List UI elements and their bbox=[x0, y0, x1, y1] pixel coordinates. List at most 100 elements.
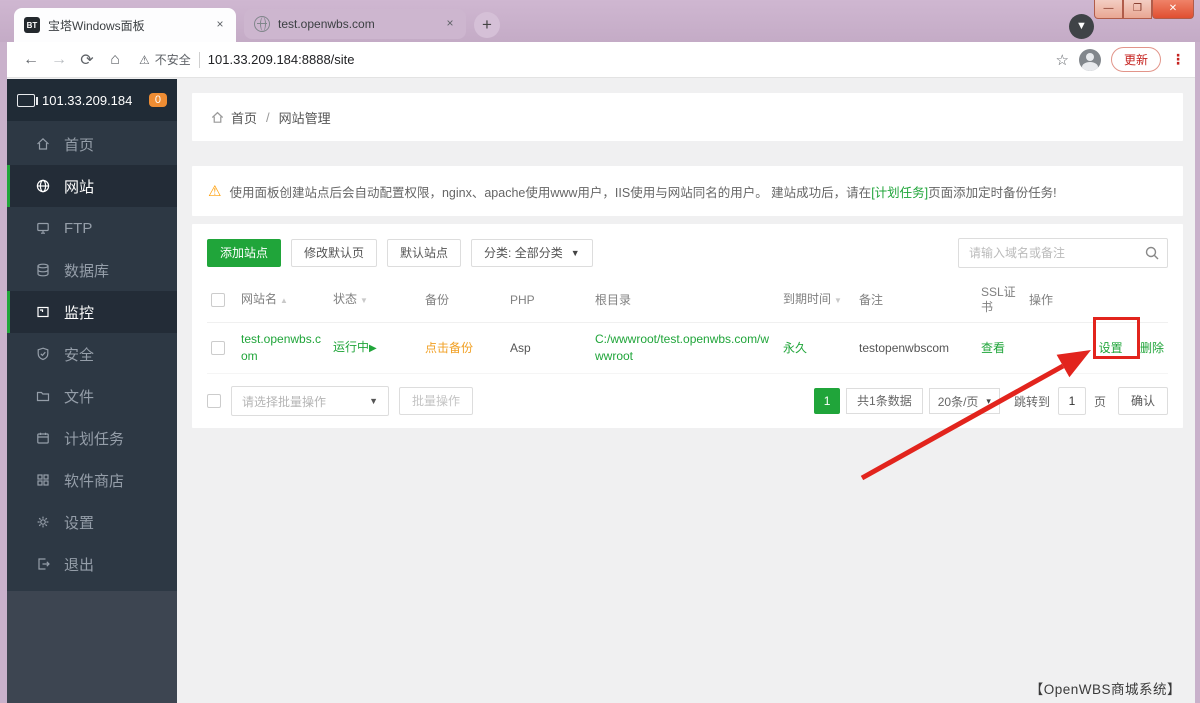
home-icon bbox=[211, 111, 224, 123]
sidebar-item-logout[interactable]: 退出 bbox=[7, 543, 177, 585]
address-bar[interactable]: ⚠ 不安全 101.33.209.184:8888/site bbox=[139, 51, 1056, 68]
default-site-button[interactable]: 默认站点 bbox=[387, 239, 462, 267]
minimize-button[interactable]: — bbox=[1094, 0, 1123, 19]
sidebar-item-label: 软件商店 bbox=[64, 472, 125, 490]
message-count-badge[interactable]: 0 bbox=[148, 93, 167, 107]
col-header-status[interactable]: 状态 ▼ bbox=[329, 278, 421, 323]
maximize-button[interactable]: ❐ bbox=[1123, 0, 1152, 19]
sort-asc-icon[interactable]: ▲ bbox=[280, 296, 288, 305]
breadcrumb-current: 网站管理 bbox=[278, 110, 331, 126]
site-list-card: 添加站点 修改默认页 默认站点 分类: 全部分类 ▼ 请输入域名或备注 网站名 … bbox=[192, 224, 1183, 428]
sidebar-item-label: 计划任务 bbox=[64, 430, 125, 448]
chrome-update-button[interactable]: 更新 bbox=[1110, 47, 1161, 72]
url-text[interactable]: 101.33.209.184:8888/site bbox=[208, 52, 355, 67]
site-name-link[interactable]: test.openwbs.com bbox=[241, 332, 321, 363]
close-tab-icon[interactable]: × bbox=[442, 16, 458, 32]
batch-action-button[interactable]: 批量操作 bbox=[399, 387, 474, 415]
category-filter-dropdown[interactable]: 分类: 全部分类 ▼ bbox=[471, 239, 593, 267]
ssl-view-link[interactable]: 查看 bbox=[981, 341, 1005, 355]
breadcrumb-separator: / bbox=[266, 109, 270, 125]
calendar-icon bbox=[37, 432, 49, 444]
expire-value[interactable]: 永久 bbox=[783, 341, 807, 355]
sort-desc-icon[interactable]: ▼ bbox=[360, 296, 368, 305]
root-path-link[interactable]: C:/wwwroot/test.openwbs.com/wwwroot bbox=[595, 332, 769, 363]
batch-action-dropdown[interactable]: 请选择批量操作 ▼ bbox=[231, 386, 389, 416]
home-icon[interactable]: ⌂ bbox=[101, 51, 129, 69]
table-row: test.openwbs.com 运行中▶ 点击备份 Asp C:/wwwroo… bbox=[207, 322, 1168, 374]
cron-page-link[interactable]: [计划任务] bbox=[871, 186, 928, 200]
jump-page-input[interactable] bbox=[1057, 387, 1086, 415]
refresh-icon[interactable]: ⟳ bbox=[73, 50, 101, 70]
profile-avatar[interactable] bbox=[1078, 48, 1101, 71]
sidebar-item-label: FTP bbox=[64, 219, 93, 237]
forward-icon[interactable]: → bbox=[45, 51, 73, 69]
sidebar-item-security[interactable]: 安全 bbox=[7, 333, 177, 375]
gear-icon bbox=[37, 516, 49, 528]
modify-default-page-button[interactable]: 修改默认页 bbox=[291, 239, 378, 267]
not-secure-warning-icon: ⚠ bbox=[139, 52, 150, 67]
sidebar-item-files[interactable]: 文件 bbox=[7, 375, 177, 417]
search-icon[interactable] bbox=[1144, 245, 1160, 261]
sidebar-item-appstore[interactable]: 软件商店 bbox=[7, 459, 177, 501]
table-header-row: 网站名 ▲ 状态 ▼ 备份 PHP 根目录 到期时间 ▼ 备注 SSL证书 操作 bbox=[207, 278, 1168, 323]
col-header-expire[interactable]: 到期时间 ▼ bbox=[779, 278, 855, 323]
sidebar-item-label: 首页 bbox=[64, 136, 95, 154]
page-number-button[interactable]: 1 bbox=[814, 388, 841, 414]
breadcrumb-home[interactable]: 首页 bbox=[231, 108, 257, 127]
remark-value[interactable]: testopenwbscom bbox=[859, 341, 949, 355]
chevron-down-icon: ▾ bbox=[986, 395, 991, 406]
col-header-root: 根目录 bbox=[591, 278, 779, 323]
tab-title: test.openwbs.com bbox=[278, 17, 375, 31]
sidebar-item-ftp[interactable]: FTP bbox=[7, 207, 177, 249]
col-header-site-name[interactable]: 网站名 ▲ bbox=[237, 278, 329, 323]
select-all-checkbox[interactable] bbox=[211, 293, 225, 308]
sort-desc-icon[interactable]: ▼ bbox=[834, 296, 842, 305]
search-input[interactable] bbox=[958, 238, 1168, 268]
sidebar-item-monitor[interactable]: 监控 bbox=[7, 291, 177, 333]
page-unit-label: 页 bbox=[1093, 394, 1106, 409]
bt-favicon-icon: BT bbox=[24, 17, 40, 33]
tab-openwbs[interactable]: test.openwbs.com × bbox=[244, 9, 466, 39]
window-controls: — ❐ ✕ bbox=[1094, 0, 1194, 19]
tab-strip: BT 宝塔Windows面板 × test.openwbs.com × + bbox=[14, 8, 500, 42]
ftp-icon bbox=[37, 222, 49, 234]
status-running[interactable]: 运行中▶ bbox=[333, 340, 377, 354]
sidebar-menu: 首页 网站 FTP 数据库 监控 安全 文件 计划任务 软件商店 设置 退出 bbox=[7, 121, 177, 591]
bookmark-star-icon[interactable]: ☆ bbox=[1056, 51, 1069, 69]
row-checkbox[interactable] bbox=[211, 341, 225, 356]
back-icon[interactable]: ← bbox=[17, 51, 45, 69]
server-ip: 101.33.209.184 bbox=[42, 92, 133, 108]
per-page-select[interactable]: 20条/页 ▾ bbox=[928, 388, 1000, 414]
confirm-jump-button[interactable]: 确认 bbox=[1117, 387, 1168, 415]
tools-row: 添加站点 修改默认页 默认站点 分类: 全部分类 ▼ bbox=[207, 238, 1168, 268]
chevron-down-icon: ▼ bbox=[369, 396, 378, 406]
sidebar-server-header[interactable]: 101.33.209.184 0 bbox=[7, 79, 177, 121]
monitor-icon bbox=[37, 306, 49, 318]
tab-bt-panel[interactable]: BT 宝塔Windows面板 × bbox=[14, 8, 236, 42]
browser-toolbar: ← → ⟳ ⌂ ⚠ 不安全 101.33.209.184:8888/site ☆… bbox=[7, 42, 1195, 78]
batch-action-placeholder: 请选择批量操作 bbox=[242, 394, 327, 409]
batch-select-all-checkbox[interactable] bbox=[207, 394, 221, 408]
close-tab-icon[interactable]: × bbox=[212, 17, 228, 33]
php-version[interactable]: Asp bbox=[510, 341, 531, 355]
sidebar-item-label: 文件 bbox=[64, 388, 95, 406]
add-site-button[interactable]: 添加站点 bbox=[207, 239, 282, 267]
new-tab-button[interactable]: + bbox=[474, 12, 500, 38]
backup-link[interactable]: 点击备份 bbox=[425, 341, 473, 355]
total-count: 共1条数据 bbox=[846, 388, 923, 414]
download-tray-icon[interactable]: ▼ bbox=[1069, 14, 1094, 39]
site-delete-link[interactable]: 删除 bbox=[1140, 341, 1164, 355]
sidebar-item-cron[interactable]: 计划任务 bbox=[7, 417, 177, 459]
sidebar-item-home[interactable]: 首页 bbox=[7, 123, 177, 165]
sidebar-item-settings[interactable]: 设置 bbox=[7, 501, 177, 543]
sidebar-item-website[interactable]: 网站 bbox=[7, 165, 177, 207]
close-window-button[interactable]: ✕ bbox=[1152, 0, 1194, 19]
sidebar-item-label: 设置 bbox=[64, 514, 95, 532]
grid-icon bbox=[37, 474, 49, 486]
notice-banner: ⚠ 使用面板创建站点后会自动配置权限，nginx、apache使用www用户，I… bbox=[192, 166, 1183, 216]
site-settings-link[interactable]: 设置 bbox=[1099, 341, 1123, 355]
sidebar-item-label: 网站 bbox=[64, 178, 95, 196]
more-menu-icon[interactable]: ⋮ bbox=[1171, 51, 1185, 68]
sidebar-item-database[interactable]: 数据库 bbox=[7, 249, 177, 291]
col-header-ssl: SSL证书 bbox=[977, 278, 1025, 323]
